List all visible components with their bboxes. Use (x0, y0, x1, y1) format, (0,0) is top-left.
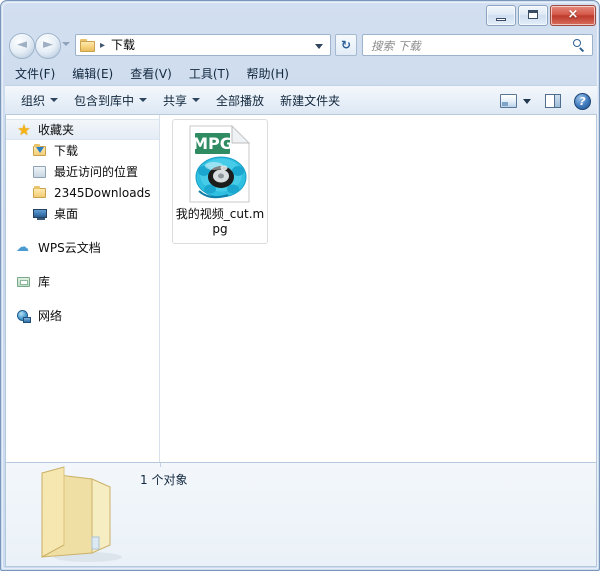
preview-pane-icon[interactable] (545, 94, 561, 108)
menu-item-edit[interactable]: 编辑(E) (72, 65, 113, 82)
toolbar-play-all-label: 全部播放 (216, 93, 265, 108)
menu-item-help[interactable]: 帮助(H) (247, 65, 289, 82)
file-name-label: 我的视频_cut.mpg (175, 207, 265, 236)
sidebar-item-2345downloads[interactable]: 2345Downloads (6, 182, 159, 203)
window-controls: × (486, 5, 596, 26)
sidebar-item-label: 库 (38, 274, 51, 289)
folder-icon (80, 39, 95, 52)
chevron-down-icon (139, 98, 148, 102)
address-bar-row: ◄ ► ▸ 下载 ↻ 搜索 下载 (1, 29, 599, 61)
explorer-window: × ◄ ► ▸ 下载 ↻ 搜索 下载 文件(F) 编辑(E) 查看(V) 工具(… (0, 0, 600, 571)
folder-icon (32, 185, 48, 201)
toolbar-share-label: 共享 (163, 93, 188, 108)
open-folder-icon-svg (41, 466, 122, 562)
toolbar-include-in-library-button[interactable]: 包含到库中 (74, 92, 148, 109)
chevron-down-icon (50, 98, 59, 102)
view-mode-dropdown-icon[interactable] (523, 98, 531, 104)
close-button[interactable]: × (550, 5, 596, 26)
forward-button[interactable]: ► (35, 33, 61, 59)
toolbar-right-controls: ? (500, 86, 591, 116)
toolbar-organize-label: 组织 (21, 93, 46, 108)
cloud-icon: ☁ (16, 239, 29, 255)
sidebar-item-label: 2345Downloads (54, 185, 151, 200)
refresh-button[interactable]: ↻ (335, 34, 357, 56)
download-folder-icon (32, 143, 48, 159)
mpg-file-icon-svg: MPG (189, 124, 251, 203)
star-icon: ★ (17, 120, 31, 139)
view-mode-icon[interactable] (500, 94, 517, 108)
history-dropdown-icon[interactable] (62, 42, 70, 46)
command-toolbar: 组织 包含到库中 共享 全部播放 新建文件夹 ? (5, 85, 597, 115)
sidebar-item-label: WPS云文档 (38, 240, 101, 255)
minimize-button[interactable] (486, 5, 516, 26)
toolbar-new-folder-button[interactable]: 新建文件夹 (280, 92, 340, 109)
sidebar-item-network[interactable]: 网络 (6, 305, 159, 326)
breadcrumb-current[interactable]: 下载 (111, 37, 135, 54)
search-placeholder: 搜索 下载 (371, 39, 421, 53)
sidebar-item-label: 网络 (38, 308, 63, 323)
search-input[interactable]: 搜索 下载 (362, 34, 593, 56)
sidebar-item-label: 桌面 (54, 206, 79, 221)
toolbar-organize-button[interactable]: 组织 (21, 92, 59, 109)
file-item[interactable]: MPG 我的视频_cut.mpg (172, 119, 268, 244)
sidebar-item-label: 收藏夹 (38, 122, 75, 137)
breadcrumb-separator-icon: ▸ (100, 40, 106, 51)
toolbar-include-in-library-label: 包含到库中 (74, 93, 135, 108)
toolbar-play-all-button[interactable]: 全部播放 (216, 92, 264, 109)
toolbar-share-button[interactable]: 共享 (163, 92, 201, 109)
recent-places-icon (32, 164, 48, 180)
chevron-down-icon (192, 98, 201, 102)
svg-text:MPG: MPG (192, 134, 233, 153)
open-folder-icon (32, 465, 124, 565)
network-icon (16, 308, 32, 324)
minimize-icon (496, 18, 506, 21)
search-icon (572, 38, 586, 53)
main-area: ★ 收藏夹 下载 最近访问的位置 2345Downloads 桌面 ☁ WPS云… (5, 115, 597, 463)
maximize-icon (528, 10, 538, 19)
close-icon: × (567, 7, 579, 22)
sidebar-item-wps-cloud[interactable]: ☁ WPS云文档 (6, 237, 159, 258)
library-icon (16, 274, 32, 290)
file-list-pane[interactable]: MPG 我的视频_cut.mpg (160, 115, 596, 462)
refresh-icon: ↻ (340, 38, 352, 52)
maximize-button[interactable] (518, 5, 548, 26)
navigation-pane: ★ 收藏夹 下载 最近访问的位置 2345Downloads 桌面 ☁ WPS云… (6, 115, 160, 462)
desktop-icon (32, 206, 48, 222)
address-bar[interactable]: ▸ 下载 (75, 34, 331, 56)
chevron-down-icon[interactable] (315, 44, 323, 49)
back-arrow-icon: ◄ (17, 37, 27, 52)
mpg-file-icon: MPG (188, 124, 252, 203)
sidebar-item-label: 最近访问的位置 (54, 164, 139, 179)
status-object-count: 1 个对象 (140, 473, 188, 487)
sidebar-item-libraries[interactable]: 库 (6, 271, 159, 292)
menu-item-file[interactable]: 文件(F) (15, 65, 55, 82)
menu-item-view[interactable]: 查看(V) (130, 65, 172, 82)
status-divider (160, 463, 161, 467)
menu-bar: 文件(F) 编辑(E) 查看(V) 工具(T) 帮助(H) (1, 62, 599, 84)
sidebar-item-recent-places[interactable]: 最近访问的位置 (6, 161, 159, 182)
sidebar-item-label: 下载 (54, 143, 79, 158)
status-bar: 1 个对象 (5, 463, 597, 567)
sidebar-item-downloads[interactable]: 下载 (6, 140, 159, 161)
menu-item-tools[interactable]: 工具(T) (189, 65, 230, 82)
back-button[interactable]: ◄ (9, 33, 35, 59)
sidebar-item-desktop[interactable]: 桌面 (6, 203, 159, 224)
sidebar-item-favorites[interactable]: ★ 收藏夹 (6, 119, 159, 140)
toolbar-new-folder-label: 新建文件夹 (280, 93, 341, 108)
forward-arrow-icon: ► (43, 37, 53, 52)
title-bar: × (1, 1, 599, 29)
help-icon[interactable]: ? (574, 92, 591, 110)
